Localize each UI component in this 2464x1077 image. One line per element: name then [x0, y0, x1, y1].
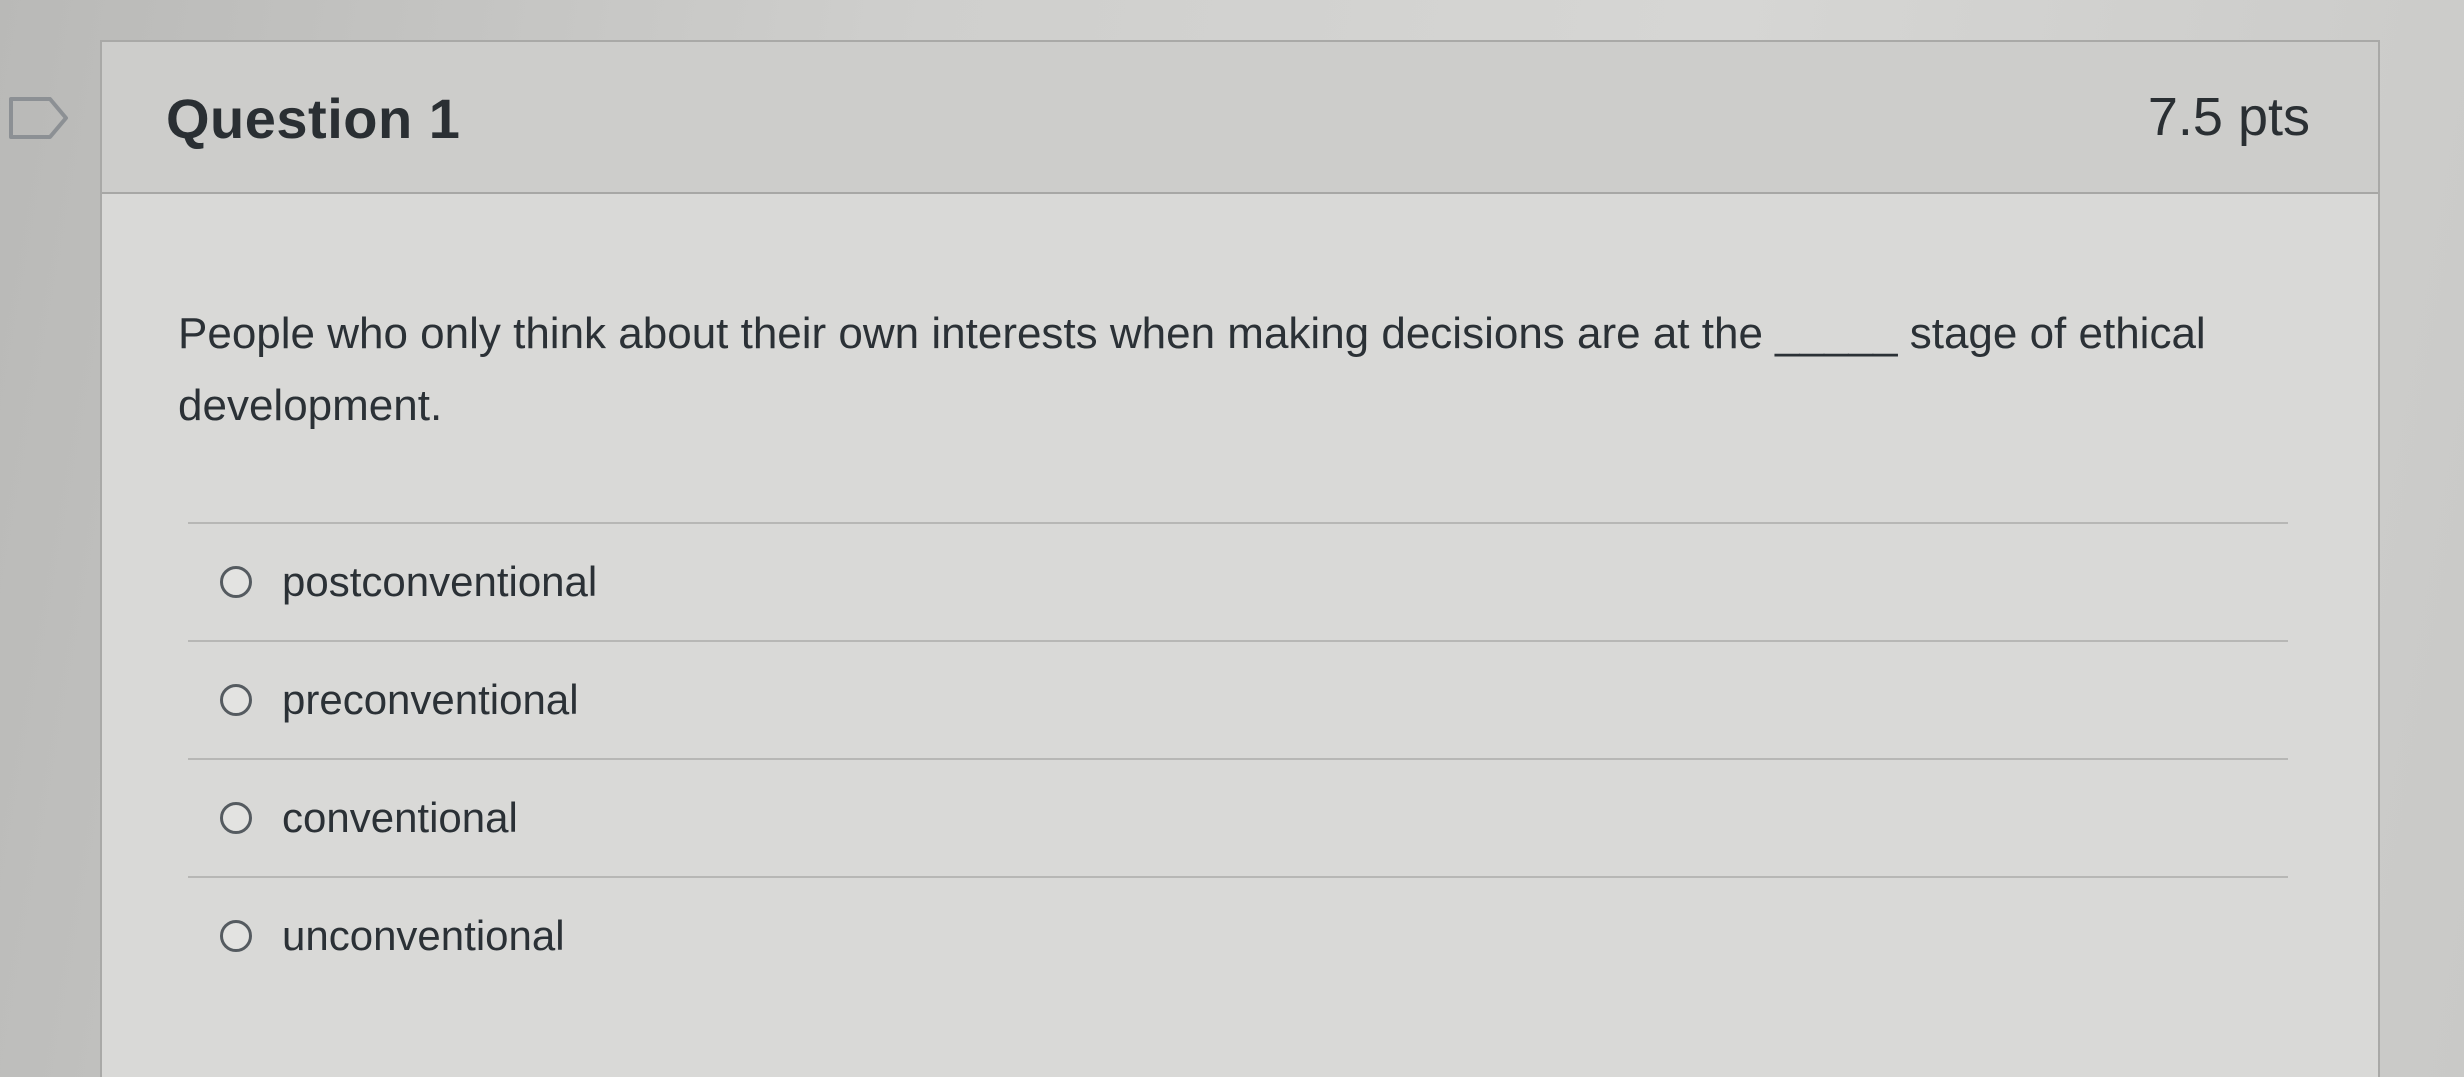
answer-list: postconventional preconventional convent…	[188, 522, 2288, 994]
flag-question-icon[interactable]	[8, 96, 70, 140]
radio-button[interactable]	[220, 920, 252, 952]
answer-label[interactable]: unconventional	[282, 912, 565, 960]
answer-option[interactable]: conventional	[188, 758, 2288, 876]
question-title: Question 1	[166, 87, 461, 150]
question-points: 7.5 pts	[2147, 87, 2310, 147]
answer-option[interactable]: unconventional	[188, 876, 2288, 994]
answer-option[interactable]: postconventional	[188, 522, 2288, 640]
question-card: Question 1 7.5 pts People who only think…	[100, 40, 2380, 1077]
answer-label[interactable]: preconventional	[282, 676, 579, 724]
radio-button[interactable]	[220, 684, 252, 716]
radio-button[interactable]	[220, 802, 252, 834]
answer-option[interactable]: preconventional	[188, 640, 2288, 758]
question-header: Question 1 7.5 pts	[102, 42, 2378, 194]
radio-button[interactable]	[220, 566, 252, 598]
answer-label[interactable]: postconventional	[282, 558, 597, 606]
answer-label[interactable]: conventional	[282, 794, 518, 842]
question-text: People who only think about their own in…	[178, 309, 2206, 430]
